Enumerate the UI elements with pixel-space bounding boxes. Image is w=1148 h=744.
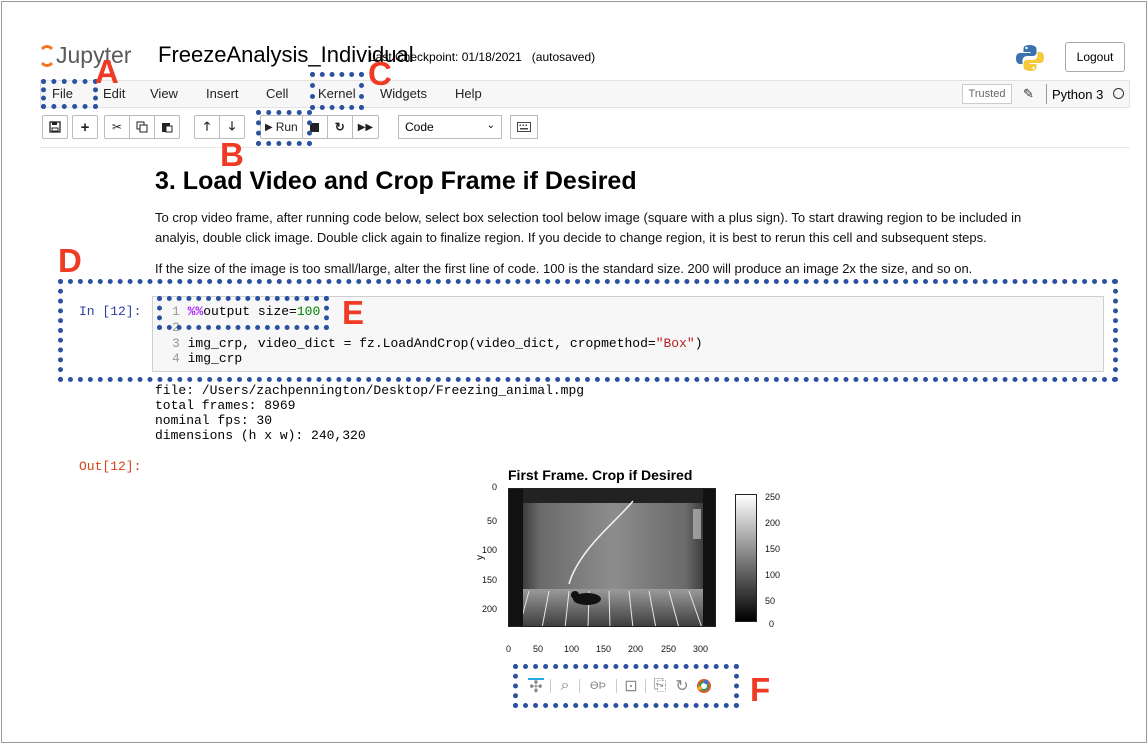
logout-button[interactable]: Logout (1065, 42, 1125, 72)
menu-insert[interactable]: Insert (206, 86, 239, 101)
instruction-line-3: If the size of the image is too small/la… (155, 261, 973, 276)
x-tick-label: 0 (506, 644, 512, 654)
menu-help[interactable]: Help (455, 86, 482, 101)
save-icon (49, 121, 61, 133)
output-prompt: Out[12]: (79, 459, 142, 474)
annotation-label-b: B (220, 136, 244, 173)
colorbar-tick-label: 0 (769, 619, 775, 629)
annotation-box-a (41, 79, 98, 109)
colorbar-tick-label: 200 (765, 518, 781, 528)
colorbar-tick-label: 250 (765, 492, 781, 502)
x-tick-label: 100 (564, 644, 580, 654)
insert-cell-button[interactable]: + (72, 115, 98, 139)
output-line: file: /Users/zachpennington/Desktop/Free… (155, 383, 585, 398)
menu-cell[interactable]: Cell (266, 86, 288, 101)
keyboard-icon (517, 122, 531, 132)
restart-icon: ↻ (334, 120, 345, 134)
checkpoint-status: Last Checkpoint: 01/18/2021 (autosaved) (369, 50, 595, 64)
y-tick-label: 200 (482, 604, 498, 614)
checkpoint-text: Last Checkpoint: 01/18/2021 (369, 50, 522, 64)
annotation-box-e (157, 296, 329, 330)
cut-button[interactable]: ✂ (104, 115, 130, 139)
toolbar-clipboard-group: ✂ (104, 115, 180, 139)
command-palette-button[interactable] (510, 115, 538, 139)
cell-type-value: Code (405, 120, 434, 134)
annotation-label-e: E (342, 294, 365, 331)
annotation-box-d (58, 279, 1118, 382)
restart-button[interactable]: ↻ (326, 115, 353, 139)
x-tick-label: 50 (533, 644, 544, 654)
y-tick-label: 0 (492, 482, 498, 492)
y-tick-label: 50 (487, 516, 498, 526)
annotation-label-f: F (750, 671, 771, 708)
plus-icon: + (80, 118, 90, 136)
colorbar-tick-label: 150 (765, 544, 781, 554)
annotation-box-f (513, 664, 739, 708)
output-line: nominal fps: 30 (155, 413, 273, 428)
x-tick-label: 250 (661, 644, 677, 654)
kernel-name[interactable]: Python 3 (1046, 84, 1103, 104)
chevron-down-icon: ⌄ (486, 120, 495, 131)
save-button[interactable] (42, 115, 68, 139)
instruction-line-1: To crop video frame, after running code … (155, 210, 1022, 225)
kernel-status-icon (1113, 88, 1124, 99)
python-logo-icon (1016, 45, 1044, 71)
cut-icon: ✂ (111, 120, 123, 134)
annotation-label-d: D (58, 242, 82, 279)
instruction-line-2: analyis, double click image. Double clic… (155, 230, 987, 245)
output-line: dimensions (h x w): 240,320 (155, 428, 366, 443)
y-tick-label: 150 (482, 575, 498, 585)
x-tick-label: 200 (628, 644, 644, 654)
paste-button[interactable] (154, 115, 180, 139)
trusted-indicator[interactable]: Trusted (962, 84, 1012, 104)
video-frame-svg (509, 489, 715, 626)
y-tick-label: 100 (482, 545, 498, 555)
fast-forward-icon: ▶▶ (357, 121, 374, 133)
autosaved-text: (autosaved) (531, 50, 596, 64)
toolbar-divider (40, 147, 1130, 148)
paste-icon (162, 123, 173, 133)
copy-icon (136, 121, 148, 133)
colorbar-tick-label: 50 (765, 596, 776, 606)
toolbar-save-group (42, 115, 68, 139)
annotation-box-b (256, 110, 312, 146)
chart-title: First Frame. Crop if Desired (508, 467, 693, 483)
edit-pencil-icon[interactable]: ✎ (1023, 86, 1034, 102)
run-all-button[interactable]: ▶▶ (351, 115, 380, 139)
cell-type-select[interactable]: Code ⌄ (398, 115, 502, 139)
x-tick-label: 150 (596, 644, 612, 654)
video-frame-image[interactable] (508, 488, 716, 627)
toolbar-insert-group: + (72, 115, 98, 139)
arrow-down-icon: 🡓 (228, 118, 236, 133)
annotation-label-a: A (95, 53, 119, 90)
menu-view[interactable]: View (150, 86, 178, 101)
output-line: total frames: 8969 (155, 398, 296, 413)
x-tick-label: 300 (693, 644, 709, 654)
arrow-up-icon: 🡑 (203, 118, 211, 133)
y-axis-label: y (475, 555, 486, 560)
logo-text: Jupyter (56, 42, 132, 68)
colorbar (735, 494, 757, 622)
annotation-label-c: C (368, 55, 392, 92)
annotation-box-c (310, 72, 364, 110)
colorbar-tick-label: 100 (765, 570, 781, 580)
move-up-button[interactable]: 🡑 (194, 115, 220, 139)
jupyter-logo-icon (38, 45, 56, 67)
copy-button[interactable] (129, 115, 155, 139)
